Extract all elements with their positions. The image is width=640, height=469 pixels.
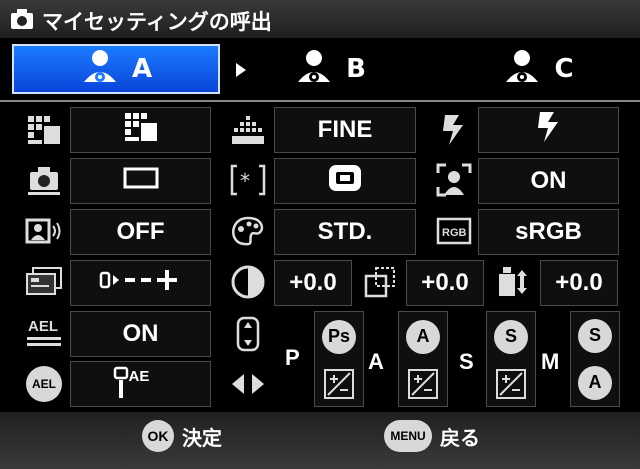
single-frame-icon bbox=[123, 167, 159, 196]
tab-myset-a[interactable]: A bbox=[12, 44, 220, 94]
myset-person-icon bbox=[80, 48, 120, 90]
ael-lock-icon: AEL bbox=[24, 312, 64, 352]
saturation-value: +0.0 bbox=[555, 269, 603, 296]
ael-badge-icon: AEL bbox=[24, 364, 64, 404]
left-right-arrows-icon bbox=[228, 364, 268, 404]
menu-back-button[interactable]: MENU 戻る bbox=[384, 420, 480, 452]
quality-icon bbox=[228, 110, 268, 150]
ael-lock-setting[interactable]: ON bbox=[70, 311, 211, 357]
tab-label: B bbox=[346, 54, 366, 84]
svg-text:*: * bbox=[240, 169, 250, 193]
tab-label: A bbox=[131, 54, 153, 84]
bracket-sequence-icon bbox=[99, 268, 183, 299]
quality-setting[interactable]: FINE bbox=[274, 107, 416, 153]
divider bbox=[0, 100, 640, 102]
face-detect-setting[interactable]: ON bbox=[478, 158, 619, 204]
aperture-badge-icon: A bbox=[578, 365, 612, 400]
ps-badge-icon: Ps bbox=[322, 319, 356, 354]
face-detect-icon bbox=[434, 160, 474, 200]
quality-value: FINE bbox=[317, 116, 373, 143]
ok-button[interactable]: OK 決定 bbox=[142, 420, 222, 452]
tab-label: C bbox=[554, 54, 574, 84]
ae-metering-icon: AE bbox=[111, 366, 171, 402]
color-space-icon: RGB bbox=[434, 211, 474, 251]
flash-icon bbox=[434, 110, 474, 150]
aspect-icon bbox=[24, 110, 64, 150]
menu-badge-icon: MENU bbox=[384, 420, 432, 452]
back-label: 戻る bbox=[440, 425, 480, 450]
drive-setting[interactable] bbox=[70, 158, 211, 204]
contrast-icon bbox=[228, 262, 268, 302]
sharpness-value: +0.0 bbox=[421, 269, 469, 296]
image-stabilizer-value: OFF bbox=[116, 218, 165, 245]
dial-icon bbox=[228, 312, 268, 356]
bracketing-setting[interactable] bbox=[70, 260, 211, 306]
image-stabilizer-setting[interactable]: OFF bbox=[70, 209, 211, 255]
color-space-value: sRGB bbox=[515, 218, 582, 245]
ok-badge-icon: OK bbox=[142, 420, 174, 452]
title-bar: マイセッティングの呼出 bbox=[0, 0, 640, 38]
flash-value-icon bbox=[534, 110, 564, 151]
ok-label: 決定 bbox=[182, 425, 222, 450]
exposure-comp-icon bbox=[496, 368, 526, 399]
svg-text:RGB: RGB bbox=[442, 227, 467, 239]
ael-badge-text: AEL bbox=[26, 366, 62, 402]
dial-m-setting[interactable]: S A bbox=[570, 311, 620, 407]
dial-mode-a: A bbox=[368, 349, 384, 374]
exposure-comp-icon bbox=[324, 368, 354, 399]
metering-sub-label: AE bbox=[128, 368, 150, 385]
ael-mode-setting[interactable]: AE bbox=[70, 361, 211, 407]
dial-mode-s: S bbox=[459, 349, 474, 374]
dial-a-setting[interactable]: A bbox=[398, 311, 448, 407]
shutter-badge-icon: S bbox=[494, 319, 528, 354]
picture-mode-value: STD. bbox=[317, 218, 373, 245]
aperture-badge-icon: A bbox=[406, 319, 440, 354]
bracketing-icon bbox=[24, 262, 64, 302]
flash-setting[interactable] bbox=[478, 107, 619, 153]
footer-bar: OK 決定 MENU 戻る bbox=[0, 412, 640, 469]
metering-icon: * bbox=[228, 160, 268, 200]
exposure-comp-icon bbox=[408, 368, 438, 399]
contrast-setting[interactable]: +0.0 bbox=[274, 260, 352, 306]
myset-person-icon bbox=[294, 48, 334, 90]
page-title: マイセッティングの呼出 bbox=[42, 10, 272, 34]
dial-p-setting[interactable]: Ps bbox=[314, 311, 364, 407]
metering-center-icon bbox=[327, 163, 363, 200]
color-space-setting[interactable]: sRGB bbox=[478, 209, 619, 255]
shutter-badge-icon: S bbox=[578, 318, 612, 353]
image-stabilizer-icon bbox=[24, 211, 64, 251]
dial-s-setting[interactable]: S bbox=[486, 311, 536, 407]
myset-person-icon bbox=[502, 48, 542, 90]
ael-lock-value: ON bbox=[122, 320, 159, 347]
saturation-setting[interactable]: +0.0 bbox=[540, 260, 618, 306]
picture-mode-icon bbox=[228, 211, 268, 251]
saturation-icon bbox=[494, 262, 534, 302]
contrast-value: +0.0 bbox=[289, 269, 337, 296]
sharpness-setting[interactable]: +0.0 bbox=[406, 260, 484, 306]
ael-underline-text: AEL bbox=[28, 318, 58, 335]
aspect-setting[interactable] bbox=[70, 107, 211, 153]
picture-mode-setting[interactable]: STD. bbox=[274, 209, 416, 255]
tab-myset-b[interactable]: B bbox=[270, 44, 390, 94]
metering-setting[interactable] bbox=[274, 158, 416, 204]
arrow-right-icon bbox=[236, 62, 246, 81]
tab-myset-c[interactable]: C bbox=[478, 44, 598, 94]
face-detect-value: ON bbox=[530, 167, 567, 194]
dial-mode-p: P bbox=[285, 345, 300, 370]
sharpness-icon bbox=[360, 262, 400, 302]
aspect-grid-icon bbox=[124, 112, 158, 149]
myset-tabs: A B C bbox=[0, 40, 640, 98]
dial-mode-m: M bbox=[541, 349, 560, 374]
drive-mode-icon bbox=[24, 160, 64, 200]
camera-icon bbox=[10, 8, 34, 34]
